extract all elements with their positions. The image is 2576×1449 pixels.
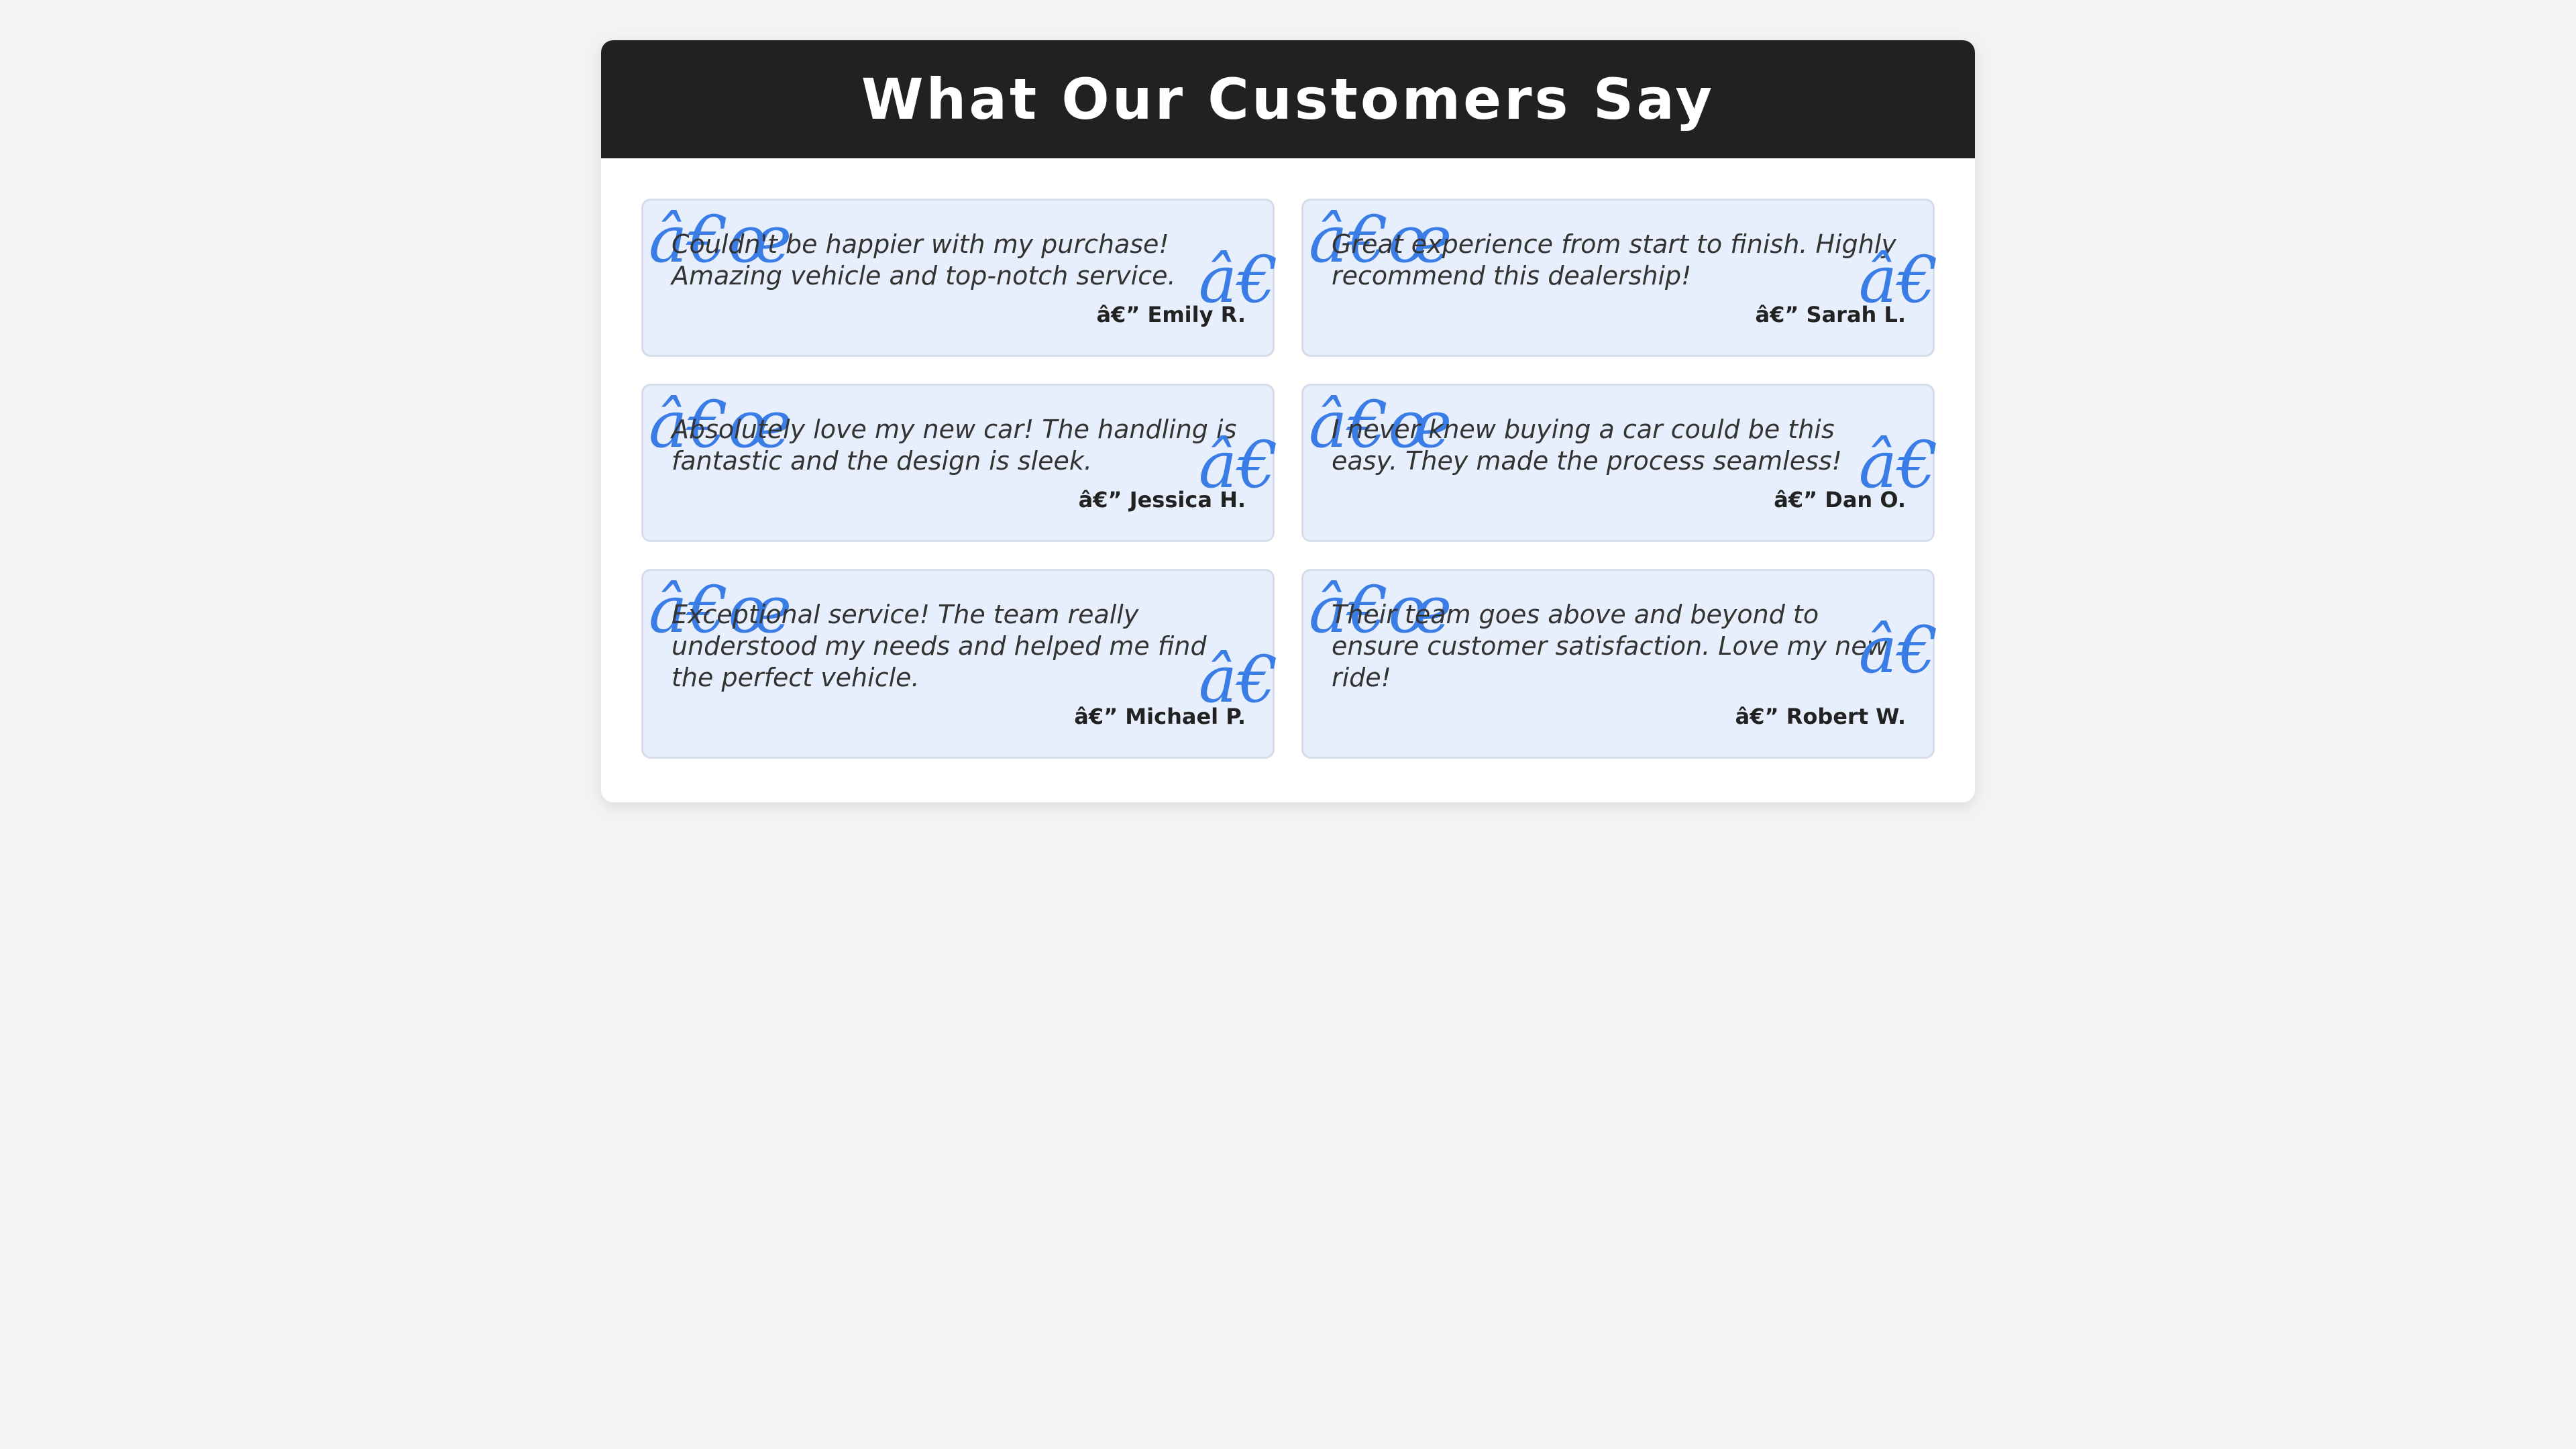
testimonial-author: â€” Sarah L.	[1755, 302, 1906, 327]
testimonial-card: â€œ Their team goes above and beyond to …	[1301, 569, 1938, 759]
testimonial-author: â€” Emily R.	[1096, 302, 1246, 327]
panel-header: What Our Customers Say	[601, 40, 1975, 158]
testimonial-author: â€” Jessica H.	[1078, 487, 1246, 513]
testimonial-card: â€œ Exceptional service! The team really…	[641, 569, 1278, 759]
testimonial-author: â€” Robert W.	[1735, 704, 1906, 729]
testimonials-panel: What Our Customers Say â€œ Couldn't be h…	[601, 40, 1975, 802]
testimonials-grid: â€œ Couldn't be happier with my purchase…	[641, 199, 1938, 759]
testimonial-text: Exceptional service! The team really und…	[672, 600, 1207, 692]
testimonial-card: â€œ Absolutely love my new car! The hand…	[641, 384, 1278, 542]
testimonial-author: â€” Michael P.	[1074, 704, 1246, 729]
page-title: What Our Customers Say	[861, 66, 1715, 132]
testimonial-text: Couldn't be happier with my purchase! Am…	[672, 229, 1176, 290]
testimonial-text: Absolutely love my new car! The handling…	[672, 415, 1237, 476]
testimonial-card: â€œ I never knew buying a car could be t…	[1301, 384, 1938, 542]
testimonial-author: â€” Dan O.	[1774, 487, 1906, 513]
testimonial-card: â€œ Couldn't be happier with my purchase…	[641, 199, 1278, 357]
testimonial-text: I never knew buying a car could be this …	[1332, 415, 1842, 476]
testimonial-text: Great experience from start to finish. H…	[1332, 229, 1896, 290]
testimonial-text: Their team goes above and beyond to ensu…	[1332, 600, 1888, 692]
testimonial-card: â€œ Great experience from start to finis…	[1301, 199, 1938, 357]
